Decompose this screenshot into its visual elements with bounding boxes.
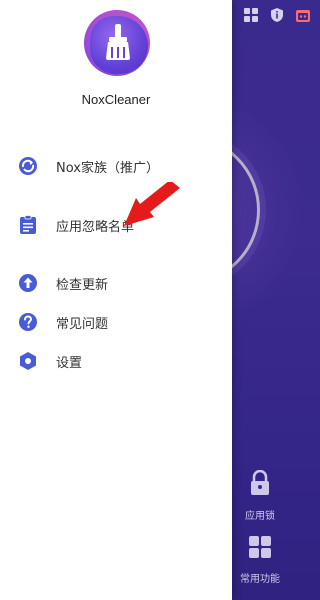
menu-item-check-update[interactable]: 检查更新: [0, 266, 232, 300]
menu-item-app-ignore-list[interactable]: 应用忽略名单: [0, 208, 232, 242]
question-circle-icon: [18, 312, 38, 332]
common-functions-entry[interactable]: 常用功能: [232, 535, 288, 585]
upload-circle-icon: [18, 273, 38, 293]
sync-circle-icon: [18, 156, 38, 176]
top-action-icons: [242, 6, 312, 24]
menu-label: Nox家族（推广）: [56, 160, 159, 176]
app-logo: [80, 8, 154, 82]
grid-icon: [232, 535, 288, 566]
red-arrow-annotation: [124, 182, 180, 226]
lock-icon: [232, 469, 288, 503]
clipboard-list-icon: [18, 215, 38, 235]
navigation-drawer: NoxCleaner Nox家族（推广） 应用忽略名单 检查更新 常见问题 设置: [0, 0, 232, 600]
app-lock-label: 应用锁: [245, 511, 275, 522]
app-name: NoxCleaner: [81, 92, 151, 107]
app-lock-entry[interactable]: 应用锁: [232, 469, 288, 522]
broom-icon: [106, 24, 130, 60]
hexagon-settings-icon: [18, 351, 38, 371]
menu-item-settings[interactable]: 设置: [0, 344, 232, 378]
gift-icon[interactable]: [294, 6, 312, 24]
menu-label: 检查更新: [56, 277, 109, 293]
common-functions-label: 常用功能: [240, 574, 280, 585]
menu-label: 设置: [56, 355, 83, 371]
info-icon[interactable]: [268, 6, 286, 24]
menu-item-nox-family[interactable]: Nox家族（推广）: [0, 149, 232, 183]
menu-item-faq[interactable]: 常见问题: [0, 305, 232, 339]
grid-icon[interactable]: [242, 6, 260, 24]
menu-label: 常见问题: [56, 316, 109, 332]
